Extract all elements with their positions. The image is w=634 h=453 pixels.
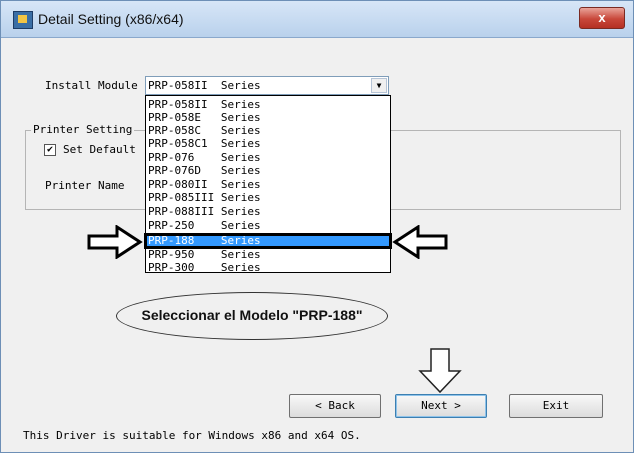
printer-setting-label: Printer Setting — [31, 123, 135, 136]
window-title: Detail Setting (x86/x64) — [38, 11, 184, 27]
install-module-combobox[interactable]: PRP-058II Series ▼ — [145, 76, 389, 95]
install-module-label: Install Module — [45, 79, 138, 92]
arrow-right-icon — [87, 225, 143, 259]
annotation-text: Seleccionar el Modelo "PRP-188" — [141, 307, 363, 323]
title-bar[interactable]: Detail Setting (x86/x64) x — [1, 1, 633, 38]
install-module-dropdown-list[interactable]: PRP-058II Series PRP-058E Series PRP-058… — [144, 95, 392, 274]
exit-button[interactable]: Exit — [509, 394, 603, 418]
list-item-selected[interactable]: PRP-188 Series — [144, 233, 392, 249]
next-button[interactable]: Next > — [395, 394, 487, 418]
list-item[interactable]: PRP-058E Series — [146, 112, 390, 124]
list-item[interactable]: PRP-058II Series — [146, 99, 390, 111]
list-item[interactable]: PRP-088III Series — [146, 206, 390, 218]
list-item[interactable]: PRP-085III Series — [146, 192, 390, 204]
set-default-checkbox[interactable]: ✔ — [44, 144, 56, 156]
list-item[interactable]: PRP-058C Series — [146, 125, 390, 137]
set-default-label: Set Default — [63, 143, 136, 156]
annotation-ellipse: Seleccionar el Modelo "PRP-188" — [116, 292, 388, 340]
list-item[interactable]: PRP-058C1 Series — [146, 138, 390, 150]
chevron-down-icon[interactable]: ▼ — [371, 78, 387, 93]
footer-note: This Driver is suitable for Windows x86 … — [23, 429, 361, 442]
app-icon — [13, 11, 33, 29]
printer-name-label: Printer Name — [45, 179, 125, 192]
detail-setting-window: Detail Setting (x86/x64) x Install Modul… — [0, 0, 634, 453]
back-button[interactable]: < Back — [289, 394, 381, 418]
close-button[interactable]: x — [579, 7, 625, 29]
arrow-left-icon — [392, 225, 448, 259]
list-item[interactable]: PRP-076D Series — [146, 165, 390, 177]
list-item[interactable]: PRP-950 Series — [146, 249, 390, 261]
list-item[interactable]: PRP-076 Series — [146, 152, 390, 164]
install-module-value: PRP-058II Series — [148, 79, 261, 92]
list-item[interactable]: PRP-080II Series — [146, 179, 390, 191]
list-item[interactable]: PRP-250 Series — [146, 220, 390, 232]
arrow-down-icon — [418, 348, 462, 394]
list-item[interactable]: PRP-300 Series — [146, 262, 390, 274]
